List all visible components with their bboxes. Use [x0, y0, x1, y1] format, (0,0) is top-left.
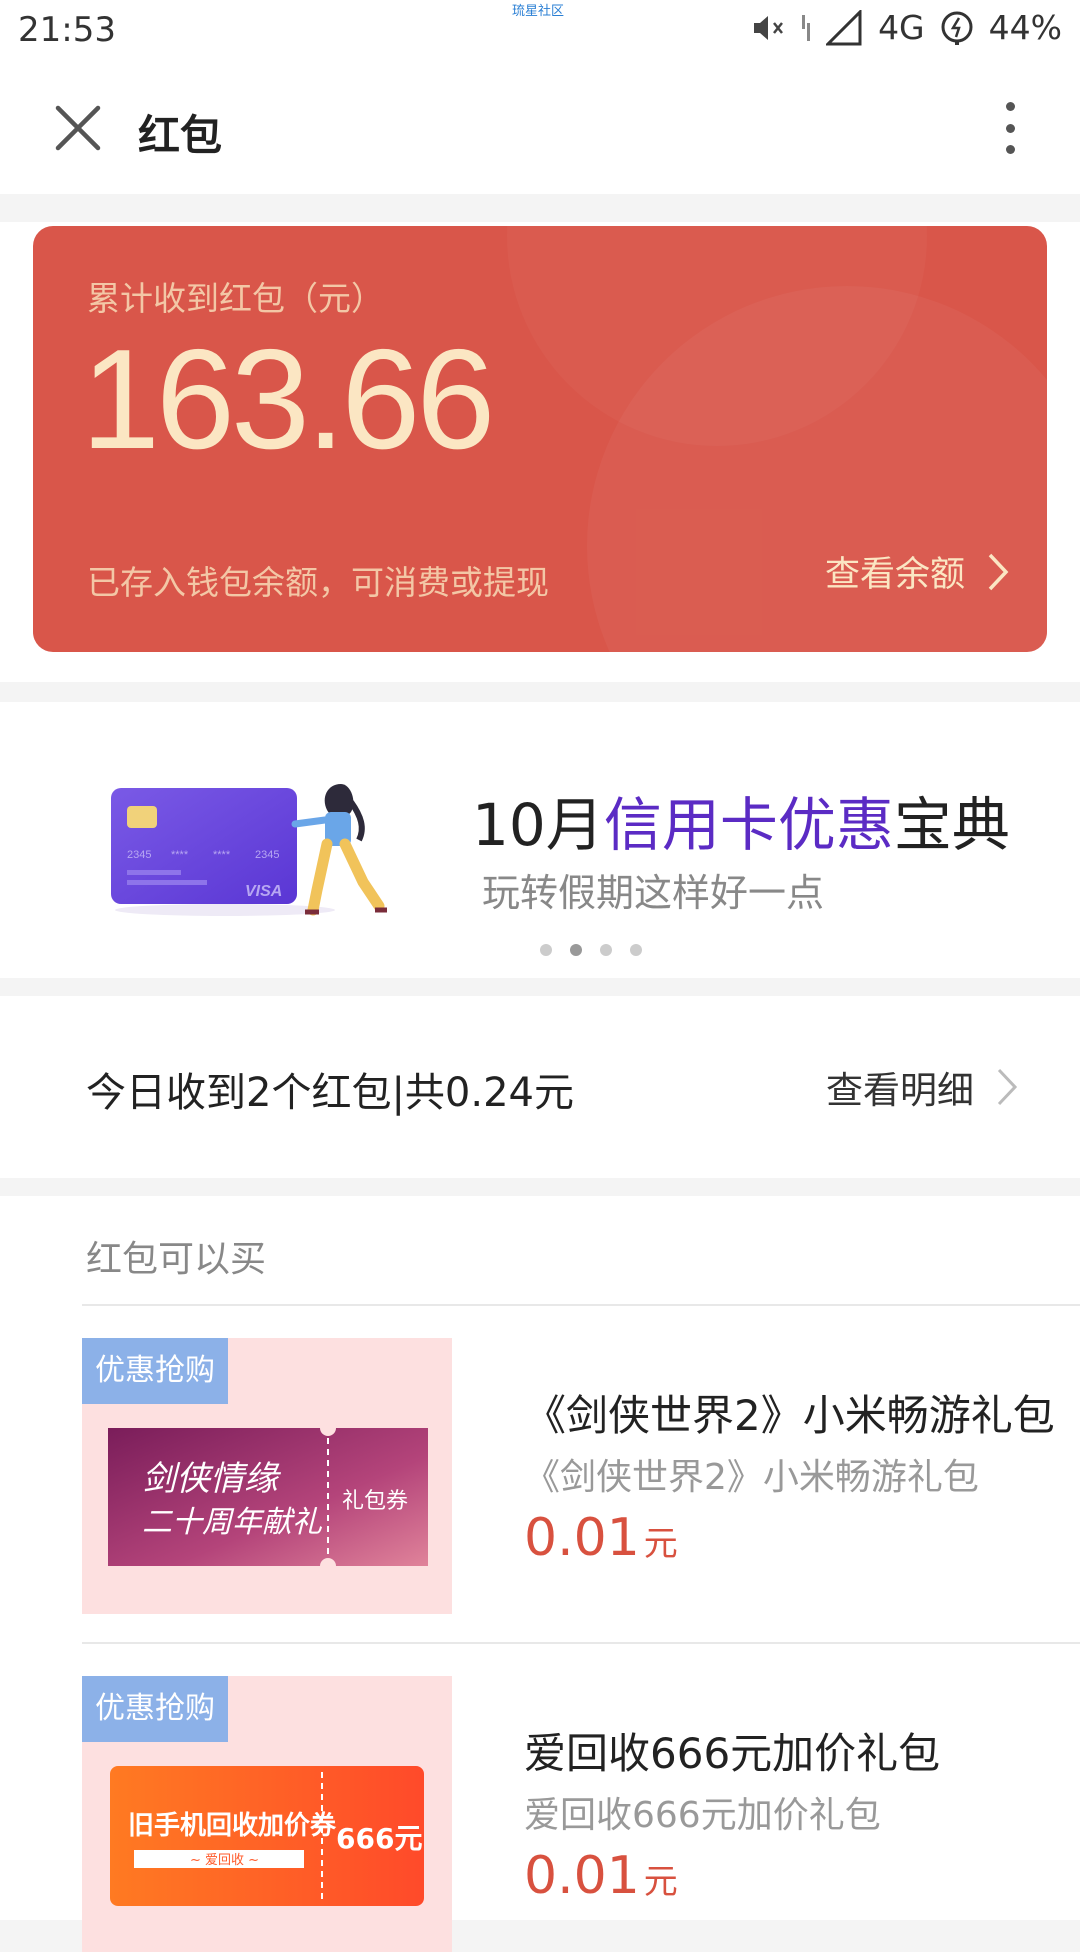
status-watermark: 琉星社区 — [512, 4, 565, 19]
view-details-label: 查看明细 — [826, 1069, 974, 1112]
title-bar: 红包 — [0, 64, 1080, 194]
carousel-dot[interactable] — [540, 944, 552, 956]
view-balance-label: 查看余额 — [824, 555, 965, 595]
chevron-right-icon — [997, 1068, 1018, 1106]
mute-icon — [752, 13, 786, 43]
vibrate-icon — [800, 13, 812, 43]
card-number-mid2: **** — [213, 849, 231, 861]
divider — [82, 1642, 1080, 1644]
price-value: 0.01 — [524, 1846, 640, 1906]
product-price: 0.01 元 — [524, 1508, 678, 1568]
balance-section: 累计收到红包（元） 163.66 已存入钱包余额，可消费或提现 查看余额 — [0, 222, 1080, 682]
chevron-right-icon — [988, 553, 1009, 590]
ticket-stub: 666元 — [336, 1822, 422, 1855]
card-number-mid1: **** — [171, 849, 189, 861]
price-unit: 元 — [643, 1524, 678, 1564]
page-title: 红包 — [138, 111, 223, 160]
view-balance-link[interactable]: 查看余额 — [825, 546, 1009, 597]
shop-heading: 红包可以买 — [86, 1239, 267, 1280]
product-tag: 优惠抢购 — [82, 1338, 228, 1404]
product-name: 《剑侠世界2》小米畅游礼包 — [524, 1391, 1055, 1440]
ticket-main-line1: 旧手机回收加价券 — [128, 1811, 337, 1841]
price-value: 0.01 — [524, 1508, 640, 1568]
ticket-main-line2: 二十周年献礼 — [142, 1505, 323, 1540]
status-bar: 21:53 琉星社区 4G 44% — [0, 0, 1080, 64]
ticket-main-line2: ~ 爱回收 ~ — [190, 1853, 259, 1868]
balance-card[interactable]: 累计收到红包（元） 163.66 已存入钱包余额，可消费或提现 查看余额 — [33, 226, 1047, 652]
product-item[interactable]: 旧手机回收加价券 ~ 爱回收 ~ 666元 优惠抢购 爱回收666元加价礼包 爱… — [82, 1676, 1080, 1952]
banner-title: 10月信用卡优惠宝典 — [472, 791, 1010, 859]
view-details-link[interactable]: 查看明细 — [826, 1060, 1018, 1114]
card-brand: VISA — [245, 883, 282, 900]
today-summary: 今日收到2个红包|共0.24元 — [86, 1070, 574, 1116]
product-price: 0.01 元 — [524, 1846, 678, 1906]
product-thumbnail: 剑侠情缘 二十周年献礼 礼包券 优惠抢购 — [82, 1338, 452, 1614]
battery-label: 44% — [988, 8, 1062, 47]
ticket-stub: 礼包券 — [342, 1489, 408, 1514]
status-icons: 4G 44% — [752, 8, 1062, 47]
network-label: 4G — [878, 8, 925, 47]
balance-amount: 163.66 — [81, 320, 495, 479]
carousel-dot[interactable] — [570, 944, 582, 956]
balance-label: 累计收到红包（元） — [87, 279, 384, 318]
card-number-left: 2345 — [127, 849, 151, 861]
signal-icon — [826, 9, 864, 46]
product-item[interactable]: 剑侠情缘 二十周年献礼 礼包券 优惠抢购 《剑侠世界2》小米畅游礼包 《剑侠世界… — [82, 1338, 1080, 1614]
balance-note: 已存入钱包余额，可消费或提现 — [87, 563, 549, 602]
divider — [82, 1304, 1080, 1306]
promo-banner[interactable]: 2345 **** **** 2345 VISA 10月信用卡优惠宝典 玩转假期… — [0, 702, 1080, 978]
product-name: 爱回收666元加价礼包 — [524, 1729, 941, 1778]
product-subtitle: 《剑侠世界2》小米畅游礼包 — [524, 1457, 979, 1498]
product-subtitle: 爱回收666元加价礼包 — [524, 1795, 881, 1836]
battery-icon — [939, 10, 975, 46]
price-unit: 元 — [643, 1862, 678, 1902]
product-tag: 优惠抢购 — [82, 1676, 228, 1742]
shop-section: 红包可以买 剑侠情缘 二十周年献礼 礼包券 优惠抢购 《剑侠世界2》小米畅游礼包 — [0, 1196, 1080, 1952]
more-vertical-icon — [1005, 102, 1015, 111]
product-thumbnail: 旧手机回收加价券 ~ 爱回收 ~ 666元 优惠抢购 — [82, 1676, 452, 1952]
more-button[interactable] — [998, 102, 1022, 154]
ticket-main-line1: 剑侠情缘 — [142, 1459, 282, 1499]
carousel-dot[interactable] — [600, 944, 612, 956]
carousel-dot[interactable] — [630, 944, 642, 956]
today-summary-row[interactable]: 今日收到2个红包|共0.24元 查看明细 — [0, 996, 1080, 1178]
close-button[interactable] — [50, 100, 106, 156]
close-icon — [55, 105, 101, 151]
credit-card-illustration: 2345 **** **** 2345 VISA — [105, 772, 395, 922]
status-time: 21:53 — [18, 10, 116, 50]
carousel-indicator — [540, 944, 642, 956]
banner-subtitle: 玩转假期这样好一点 — [482, 871, 825, 915]
card-number-right: 2345 — [255, 849, 279, 861]
